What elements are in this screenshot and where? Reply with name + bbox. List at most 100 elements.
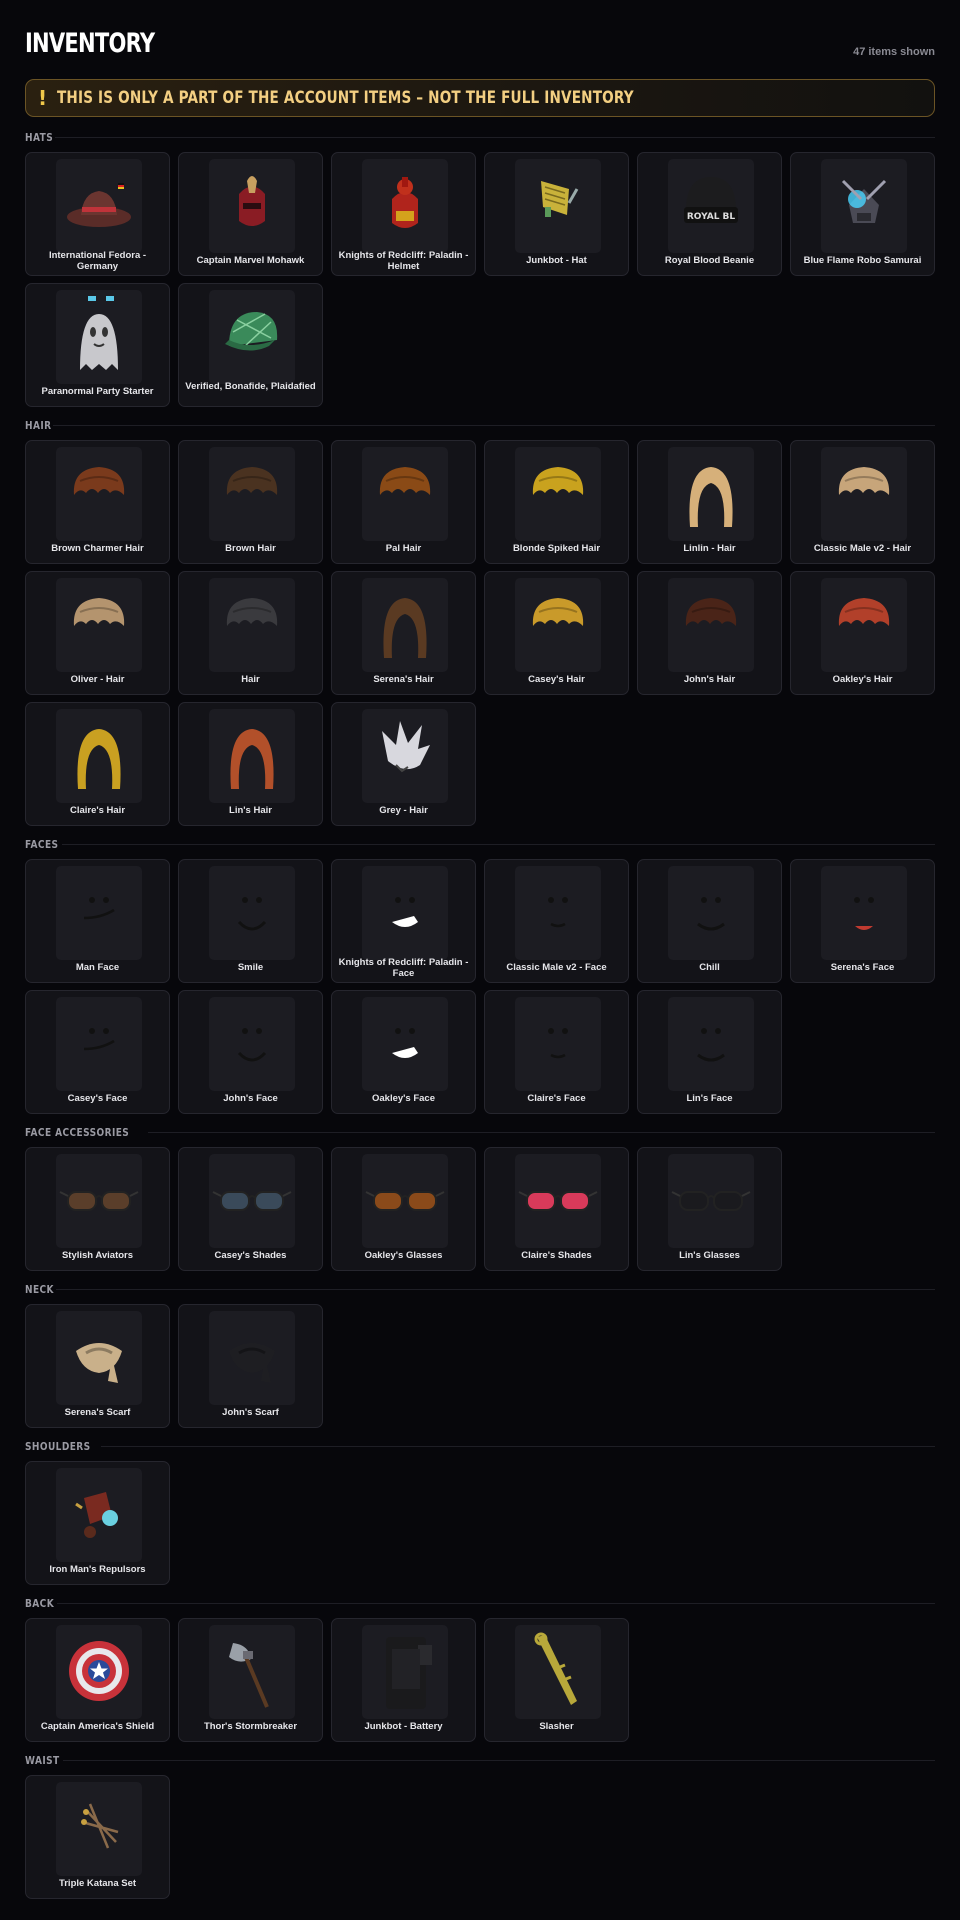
item-thumbnail (209, 1154, 295, 1248)
hair-icon (838, 598, 890, 626)
item-card[interactable]: Claire's Hair (25, 702, 170, 826)
item-card[interactable]: Lin's Face (637, 990, 782, 1114)
item-card[interactable]: Paranormal Party Starter (25, 283, 170, 407)
item-card[interactable]: International Fedora - Germany (25, 152, 170, 276)
item-thumbnail (362, 866, 448, 960)
item-card[interactable]: Grey - Hair (331, 702, 476, 826)
item-card[interactable]: Knights of Redcliff: Paladin - Face (331, 859, 476, 983)
item-name: Triple Katana Set (58, 1878, 137, 1889)
page-title: INVENTORY (25, 28, 155, 59)
item-card[interactable]: Oliver - Hair (25, 571, 170, 695)
item-card[interactable]: Claire's Face (484, 990, 629, 1114)
shield-icon (69, 1641, 129, 1701)
item-card[interactable]: Serena's Face (790, 859, 935, 983)
section-title: NECK (25, 1282, 54, 1296)
item-card[interactable]: Oakley's Hair (790, 571, 935, 695)
item-name: Oliver - Hair (70, 674, 125, 685)
item-thumbnail (56, 159, 142, 253)
item-card[interactable]: Serena's Scarf (25, 1304, 170, 1428)
item-card[interactable]: Pal Hair (331, 440, 476, 564)
item-name: Knights of Redcliff: Paladin - Helmet (338, 250, 469, 272)
item-card[interactable]: Linlin - Hair (637, 440, 782, 564)
item-card[interactable]: Chill (637, 859, 782, 983)
hair-icon (379, 467, 431, 495)
item-name: Paranormal Party Starter (41, 386, 154, 397)
hair-long-icon (230, 729, 274, 789)
item-card[interactable]: Stylish Aviators (25, 1147, 170, 1271)
warning-banner: ! THIS IS ONLY A PART OF THE ACCOUNT ITE… (25, 79, 935, 117)
axe-icon (229, 1643, 269, 1708)
item-name: Serena's Scarf (64, 1407, 131, 1418)
item-card[interactable]: Classic Male v2 - Face (484, 859, 629, 983)
item-card[interactable]: Hair (178, 571, 323, 695)
item-card[interactable]: Classic Male v2 - Hair (790, 440, 935, 564)
section-title: BACK (25, 1596, 55, 1610)
item-name: Stylish Aviators (61, 1250, 134, 1261)
item-name: Brown Charmer Hair (51, 543, 144, 554)
item-card[interactable]: Knights of Redcliff: Paladin - Helmet (331, 152, 476, 276)
item-thumbnail (362, 159, 448, 253)
item-card[interactable]: Brown Charmer Hair (25, 440, 170, 564)
item-name: Brown Hair (225, 543, 276, 554)
item-card[interactable]: Serena's Hair (331, 571, 476, 695)
item-thumbnail (56, 709, 142, 803)
hair-icon (532, 598, 584, 626)
item-card[interactable]: Thor's Stormbreaker (178, 1618, 323, 1742)
item-name: Lin's Glasses (679, 1250, 740, 1261)
item-card[interactable]: Triple Katana Set (25, 1775, 170, 1899)
item-name: Linlin - Hair (683, 543, 736, 554)
item-card[interactable]: Brown Hair (178, 440, 323, 564)
item-card[interactable]: Lin's Glasses (637, 1147, 782, 1271)
item-thumbnail (209, 290, 295, 384)
item-name: Casey's Face (67, 1093, 128, 1104)
face-icon (237, 1028, 267, 1062)
item-card[interactable]: Junkbot - Hat (484, 152, 629, 276)
item-card[interactable]: Casey's Hair (484, 571, 629, 695)
face-icon (854, 897, 874, 930)
item-card[interactable]: Slasher (484, 1618, 629, 1742)
item-card[interactable]: Smile (178, 859, 323, 983)
katanas-icon (81, 1803, 119, 1849)
item-card[interactable]: Lin's Hair (178, 702, 323, 826)
item-card[interactable]: ROYAL BL Royal Blood Beanie (637, 152, 782, 276)
item-card[interactable]: John's Scarf (178, 1304, 323, 1428)
item-name: Junkbot - Battery (364, 1721, 443, 1732)
item-card[interactable]: Oakley's Glasses (331, 1147, 476, 1271)
item-name: John's Scarf (222, 1407, 279, 1418)
item-card[interactable]: Iron Man's Repulsors (25, 1461, 170, 1585)
item-card[interactable]: Captain Marvel Mohawk (178, 152, 323, 276)
item-grid: Stylish Aviators Casey's Shades Oakley's G… (25, 1147, 935, 1271)
item-card[interactable]: Blue Flame Robo Samurai (790, 152, 935, 276)
item-name: Iron Man's Repulsors (49, 1564, 146, 1575)
item-name: Slasher (539, 1721, 574, 1732)
item-card[interactable]: Man Face (25, 859, 170, 983)
item-card[interactable]: Casey's Face (25, 990, 170, 1114)
item-card[interactable]: Blonde Spiked Hair (484, 440, 629, 564)
item-card[interactable]: John's Face (178, 990, 323, 1114)
item-thumbnail (56, 578, 142, 672)
item-name: Lin's Hair (229, 805, 272, 816)
item-card[interactable]: Verified, Bonafide, Plaidafied (178, 283, 323, 407)
item-card[interactable]: Casey's Shades (178, 1147, 323, 1271)
section-header-back: BACK (25, 1594, 935, 1612)
item-thumbnail (56, 997, 142, 1091)
item-thumbnail (209, 1625, 295, 1719)
item-name: Blonde Spiked Hair (512, 543, 601, 554)
item-card[interactable]: Junkbot - Battery (331, 1618, 476, 1742)
item-card[interactable]: Oakley's Face (331, 990, 476, 1114)
item-card[interactable]: Captain America's Shield (25, 1618, 170, 1742)
item-card[interactable]: Claire's Shades (484, 1147, 629, 1271)
hair-icon (685, 598, 737, 626)
face-icon (697, 897, 725, 931)
section-title: SHOULDERS (25, 1439, 91, 1453)
ghost-icon (80, 296, 118, 370)
item-thumbnail (56, 866, 142, 960)
item-name: Casey's Hair (528, 674, 585, 685)
item-thumbnail (56, 1468, 142, 1562)
item-thumbnail (668, 866, 754, 960)
item-card[interactable]: John's Hair (637, 571, 782, 695)
section-header-waist: WAIST (25, 1751, 935, 1769)
hair-long-icon (689, 467, 733, 527)
item-thumbnail (362, 447, 448, 541)
section-header-faces: FACES (25, 835, 935, 853)
